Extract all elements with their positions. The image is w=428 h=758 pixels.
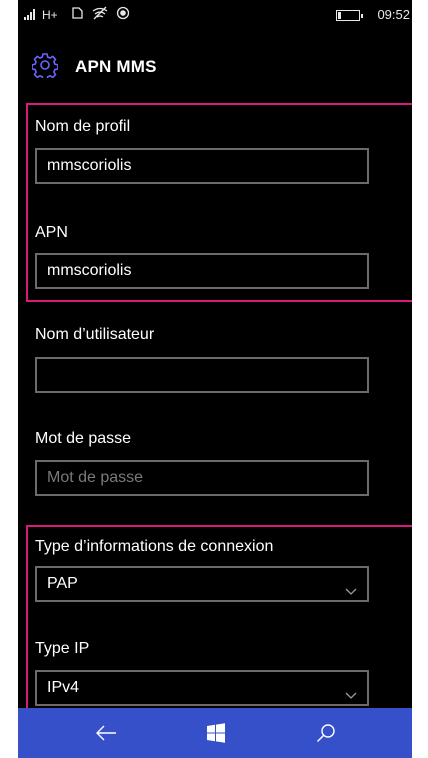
search-icon[interactable] <box>286 708 366 758</box>
highlight-box-auth-ip <box>26 525 412 710</box>
username-input[interactable] <box>35 357 369 393</box>
page-header: APN MMS <box>18 48 412 88</box>
highlight-box-profile-apn <box>26 103 412 302</box>
status-time: 09:52 <box>377 7 410 22</box>
navigation-bar <box>18 708 412 758</box>
back-arrow-icon[interactable] <box>66 708 146 758</box>
signal-strength-icon <box>24 8 35 20</box>
location-icon <box>116 6 130 23</box>
phone-screen: H+ 09:52 APN MMS Nom de profil mmscoriol… <box>18 0 412 758</box>
battery-icon <box>336 10 363 21</box>
dual-sim-icon <box>70 6 84 23</box>
wifi-off-icon <box>92 6 108 23</box>
windows-logo-icon[interactable] <box>176 708 256 758</box>
network-type: H+ <box>42 8 58 22</box>
status-bar: H+ 09:52 <box>18 0 412 30</box>
gear-icon <box>31 52 59 81</box>
page-title: APN MMS <box>75 57 157 76</box>
username-label: Nom d’utilisateur <box>35 326 155 343</box>
password-label: Mot de passe <box>35 430 132 447</box>
password-input[interactable]: Mot de passe <box>35 460 369 496</box>
